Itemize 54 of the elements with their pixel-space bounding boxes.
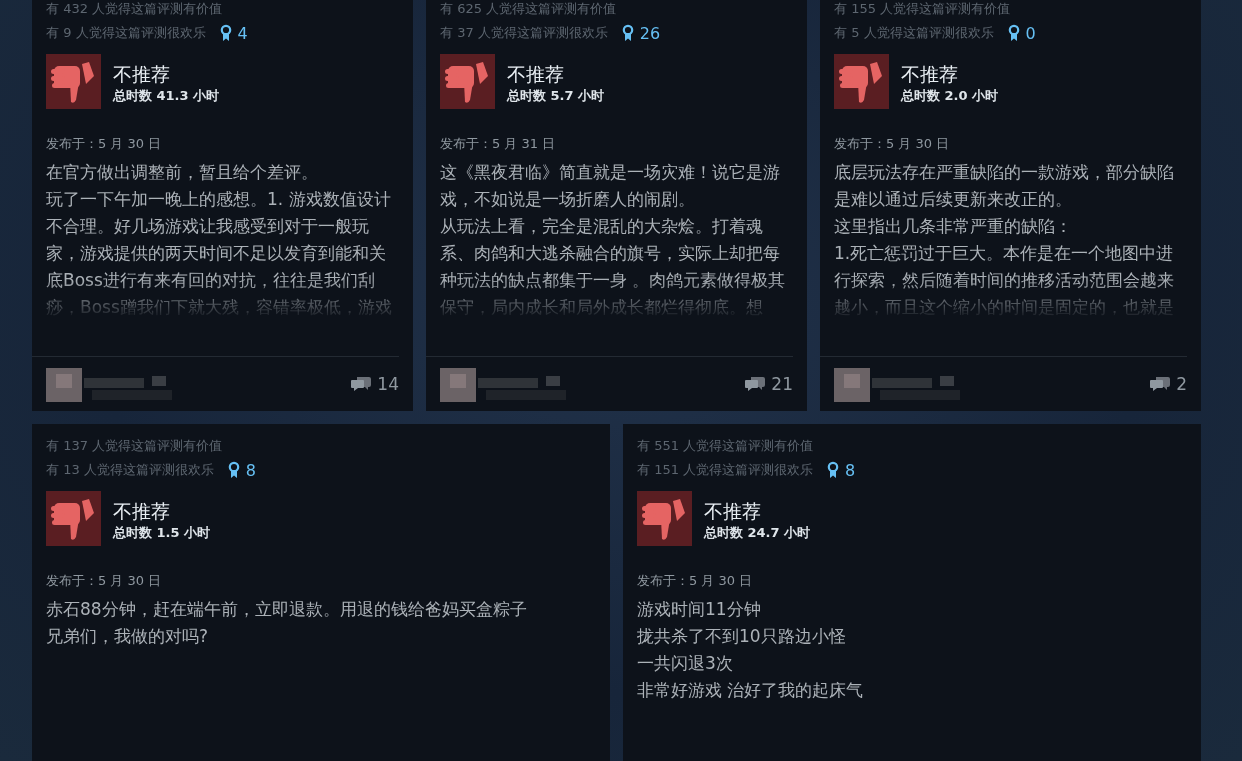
review-text: 玩了一下午加一晚上的感想。1. 游戏数值设计不合理。好几场游戏让我感受到对于一般玩家，游戏提供的两天时间不足以发育到能和关底Boss进行有来有回的对抗，往往是我们刮痧，Boss蹭我们下就大残，容错率极低，游戏: [46, 188, 393, 319]
funny-count: 有 5 人觉得这篇评测很欢乐: [834, 24, 994, 42]
comments-icon: [1150, 375, 1171, 393]
review-text: 从玩法上看，完全是混乱的大杂烩。打着魂系、肉鸽和大逃杀融合的旗号，实际上却把每种玩法的缺点都集于一身 。肉鸽元素做得极其保守，局内成长和局外成长都烂得彻底。想: [440, 215, 787, 319]
comment-count: 21: [771, 374, 793, 394]
review-text: 这《黑夜君临》简直就是一场灾难！说它是游戏，不如说是一场折磨人的闹剧。: [440, 161, 781, 211]
award-count: 8: [845, 460, 856, 480]
award-icon[interactable]: [219, 24, 232, 42]
review-text: 底层玩法存在严重缺陷的一款游戏，部分缺陷是难以通过后续更新来改正的。: [834, 161, 1175, 211]
award-icon[interactable]: [827, 461, 840, 479]
posted-date: 发布于：5 月 31 日: [440, 135, 557, 153]
funny-count: 有 9 人觉得这篇评测很欢乐: [46, 24, 206, 42]
award-icon[interactable]: [621, 24, 634, 42]
award-icon[interactable]: [227, 461, 240, 479]
playtime: 总时数 41.3 小时: [113, 87, 220, 105]
posted-date: 发布于：5 月 30 日: [637, 572, 754, 590]
comment-count: 2: [1176, 374, 1187, 394]
helpful-count: 有 551 人觉得这篇评测有价值: [637, 437, 815, 455]
review-text: 这里指出几条非常严重的缺陷：: [834, 215, 1073, 238]
review-text: 兄弟们，我做的对吗?: [46, 625, 210, 648]
funny-count: 有 151 人觉得这篇评测很欢乐: [637, 461, 814, 479]
playtime: 总时数 2.0 小时: [901, 87, 999, 105]
posted-date: 发布于：5 月 30 日: [834, 135, 951, 153]
comment-count: 14: [377, 374, 399, 394]
verdict-title: 不推荐: [113, 62, 171, 86]
award-icon[interactable]: [1007, 24, 1020, 42]
review-text: 非常好游戏 治好了我的起床气: [637, 679, 865, 702]
review-text: 游戏时间11分钟: [637, 598, 762, 621]
funny-count: 有 13 人觉得这篇评测很欢乐: [46, 461, 214, 479]
playtime: 总时数 5.7 小时: [507, 87, 605, 105]
review-text: 赤石88分钟，赶在端午前，立即退款。用退的钱给爸妈买盒粽子: [46, 598, 528, 621]
playtime: 总时数 24.7 小时: [704, 524, 811, 542]
playtime: 总时数 1.5 小时: [113, 524, 211, 542]
review-text: 一共闪退3次: [637, 652, 734, 675]
helpful-count: 有 432 人觉得这篇评测有价值: [46, 0, 224, 18]
verdict-title: 不推荐: [901, 62, 959, 86]
comments-icon: [745, 375, 766, 393]
helpful-count: 有 155 人觉得这篇评测有价值: [834, 0, 1012, 18]
verdict-title: 不推荐: [507, 62, 565, 86]
comments-icon: [351, 375, 372, 393]
posted-date: 发布于：5 月 30 日: [46, 135, 163, 153]
verdict-title: 不推荐: [704, 499, 762, 523]
helpful-count: 有 137 人觉得这篇评测有价值: [46, 437, 224, 455]
review-text: 1.死亡惩罚过于巨大。本作是在一个地图中进行探索，然后随着时间的推移活动范围会越来越小，而且这个缩小的时间是固定的，也就是: [834, 242, 1175, 319]
funny-count: 有 37 人觉得这篇评测很欢乐: [440, 24, 608, 42]
posted-date: 发布于：5 月 30 日: [46, 572, 163, 590]
review-text: 拢共杀了不到10只路边小怪: [637, 625, 847, 648]
award-count: 26: [639, 23, 661, 43]
award-count: 8: [245, 460, 256, 480]
helpful-count: 有 625 人觉得这篇评测有价值: [440, 0, 618, 18]
review-text: 在官方做出调整前，暂且给个差评。: [46, 161, 319, 184]
award-count: 4: [237, 23, 248, 43]
verdict-title: 不推荐: [113, 499, 171, 523]
award-count: 0: [1025, 23, 1036, 43]
